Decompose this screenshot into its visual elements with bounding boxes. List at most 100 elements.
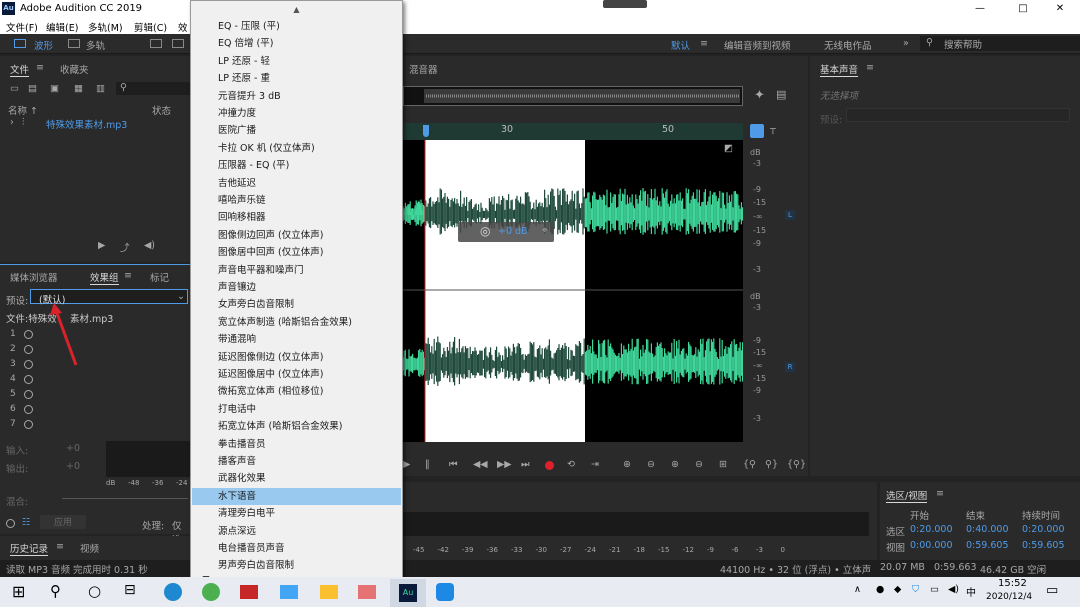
col-name-header[interactable]: 名称 ↑: [8, 103, 38, 117]
pin-icon[interactable]: ┬: [770, 124, 776, 135]
fast-forward-icon[interactable]: ▶▶: [497, 459, 512, 470]
channel-l-button[interactable]: L: [785, 210, 795, 220]
skip-end-icon[interactable]: ⏭: [521, 459, 530, 470]
zoom-in-left-icon[interactable]: {⚲: [743, 459, 756, 470]
expand-icon[interactable]: ›: [10, 117, 14, 128]
preset-menu-item[interactable]: 声音镶边: [192, 279, 401, 296]
preset-menu-item[interactable]: 播客声音: [192, 453, 401, 470]
file-name[interactable]: 特殊效果素材.mp3: [46, 117, 127, 131]
minimize-button[interactable]: —: [960, 0, 1000, 18]
tab-files[interactable]: 文件: [10, 62, 30, 77]
panel-menu-icon[interactable]: ≡: [866, 62, 874, 73]
clock-time[interactable]: 15:52: [998, 578, 1027, 589]
power-icon[interactable]: [24, 375, 33, 384]
preset-menu-item[interactable]: 延迟图像居中 (仅立体声): [192, 366, 401, 383]
record-button[interactable]: [545, 461, 554, 470]
preset-menu-item[interactable]: 女声旁白齿音限制: [192, 296, 401, 313]
essential-sound-title[interactable]: 基本声音: [820, 62, 859, 77]
time-ruler[interactable]: 30 50: [403, 123, 743, 140]
input-gain-value[interactable]: +0: [66, 443, 80, 454]
list-icon[interactable]: ☷: [22, 517, 31, 528]
app-icon[interactable]: [280, 585, 298, 599]
network-icon[interactable]: ▭: [930, 584, 939, 595]
maximize-button[interactable]: □: [1003, 0, 1043, 18]
waveform-mode-button[interactable]: 波形: [34, 38, 53, 52]
preset-menu-item[interactable]: 冲撞力度: [192, 105, 401, 122]
preset-menu-item[interactable]: 带通混响: [192, 331, 401, 348]
workspace-video[interactable]: 编辑音频到视频: [724, 38, 791, 52]
pitch-icon[interactable]: [172, 39, 184, 48]
zoom-in-amp-icon[interactable]: ⊕: [623, 459, 631, 470]
panel-menu-icon[interactable]: ≡: [124, 270, 132, 281]
power-icon[interactable]: [24, 330, 33, 339]
edge-icon[interactable]: [164, 583, 182, 601]
task-view-icon[interactable]: ○: [88, 582, 101, 600]
preset-menu-item[interactable]: 图像居中回声 (仅立体声): [192, 244, 401, 261]
spectral-icon[interactable]: [150, 39, 162, 48]
loop-icon[interactable]: ⟲: [567, 459, 575, 470]
pin-icon[interactable]: ⌖: [542, 225, 547, 236]
tab-markers[interactable]: 标记: [150, 270, 169, 284]
volume-icon[interactable]: ◀): [948, 584, 959, 595]
zoom-out-time-icon[interactable]: ⊖: [695, 459, 703, 470]
channel-r-button[interactable]: R: [785, 362, 795, 372]
preset-menu-item[interactable]: 嘻哈声乐链: [192, 192, 401, 209]
zoom-full-icon[interactable]: ⊞: [719, 459, 727, 470]
chrome-icon[interactable]: [202, 583, 220, 601]
power-icon[interactable]: [24, 360, 33, 369]
workspace-radio[interactable]: 无线电作品: [824, 38, 872, 52]
search-icon[interactable]: ⚲: [50, 582, 61, 600]
preset-menu-item[interactable]: 水下语音: [192, 487, 401, 505]
skip-selection-icon[interactable]: ⇥: [591, 459, 599, 470]
pause-icon[interactable]: ‖: [425, 459, 430, 470]
snap-icon[interactable]: [750, 124, 764, 138]
insert-icon[interactable]: ▣: [50, 83, 59, 94]
menu-effects[interactable]: 效: [178, 20, 188, 34]
tray-up-icon[interactable]: ∧: [854, 584, 861, 595]
hud-volume[interactable]: ◎ +0 dB ⌖: [458, 222, 554, 242]
zoom-in-right-icon[interactable]: ⚲}: [765, 459, 778, 470]
preset-menu-item[interactable]: 源点深远: [192, 523, 401, 540]
overview-bar[interactable]: [403, 86, 743, 106]
power-icon[interactable]: [6, 519, 15, 528]
file-search-input[interactable]: ⚲: [116, 82, 190, 95]
gain-value[interactable]: +0 dB: [498, 226, 528, 237]
panel-menu-icon[interactable]: ≡: [56, 541, 64, 552]
power-icon[interactable]: [24, 390, 33, 399]
timeline-menu-icon[interactable]: ▤: [776, 88, 786, 101]
preset-menu-item[interactable]: 图像侧边回声 (仅立体声): [192, 227, 401, 244]
export-icon[interactable]: ⤴: [120, 240, 130, 254]
close-button[interactable]: ✕: [1040, 0, 1080, 18]
preset-menu-item[interactable]: 男声旁白齿音限制: [192, 557, 401, 574]
tab-video[interactable]: 视频: [80, 541, 99, 555]
play-icon[interactable]: ▶: [98, 240, 105, 251]
preset-menu-item[interactable]: 武器化效果: [192, 470, 401, 487]
notification-icon[interactable]: ▭: [1046, 583, 1058, 598]
power-icon[interactable]: [24, 345, 33, 354]
zoom-in-time-icon[interactable]: ⊕: [671, 459, 679, 470]
preset-menu-item[interactable]: 压限器 - EQ (平): [192, 157, 401, 174]
drag-handle[interactable]: [603, 0, 647, 8]
playhead-marker[interactable]: [423, 125, 429, 137]
app-icon[interactable]: [358, 585, 376, 599]
scroll-up-icon[interactable]: ▲: [191, 5, 402, 14]
zoom-out-amp-icon[interactable]: ⊖: [647, 459, 655, 470]
rewind-icon[interactable]: ◀◀: [473, 459, 488, 470]
preset-menu-item[interactable]: 微拓宽立体声 (相位移位): [192, 383, 401, 400]
play-icon[interactable]: ▶: [403, 459, 410, 470]
preset-menu-item[interactable]: EQ 倍增 (平): [192, 35, 401, 52]
volume-knob-icon[interactable]: ◎: [480, 224, 490, 238]
preset-menu-item[interactable]: 元音提升 3 dB: [192, 88, 401, 105]
col-status-header[interactable]: 状态: [152, 103, 171, 117]
skip-start-icon[interactable]: ⏮: [449, 459, 458, 470]
menu-file[interactable]: 文件(F): [6, 20, 38, 34]
panel-menu-icon[interactable]: ≡: [36, 62, 44, 73]
preset-menu-item[interactable]: 延迟图像侧边 (仅立体声): [192, 349, 401, 366]
preset-menu-item[interactable]: 拳击播音员: [192, 436, 401, 453]
apply-button[interactable]: 应用: [40, 515, 86, 529]
windows-start-icon[interactable]: ⊞: [12, 582, 25, 601]
import-icon[interactable]: ▤: [28, 83, 37, 94]
tab-favorites[interactable]: 收藏夹: [60, 62, 89, 76]
preset-menu-item[interactable]: 声音电平器和噪声门: [192, 262, 401, 279]
preset-menu-item[interactable]: 打电话中: [192, 401, 401, 418]
